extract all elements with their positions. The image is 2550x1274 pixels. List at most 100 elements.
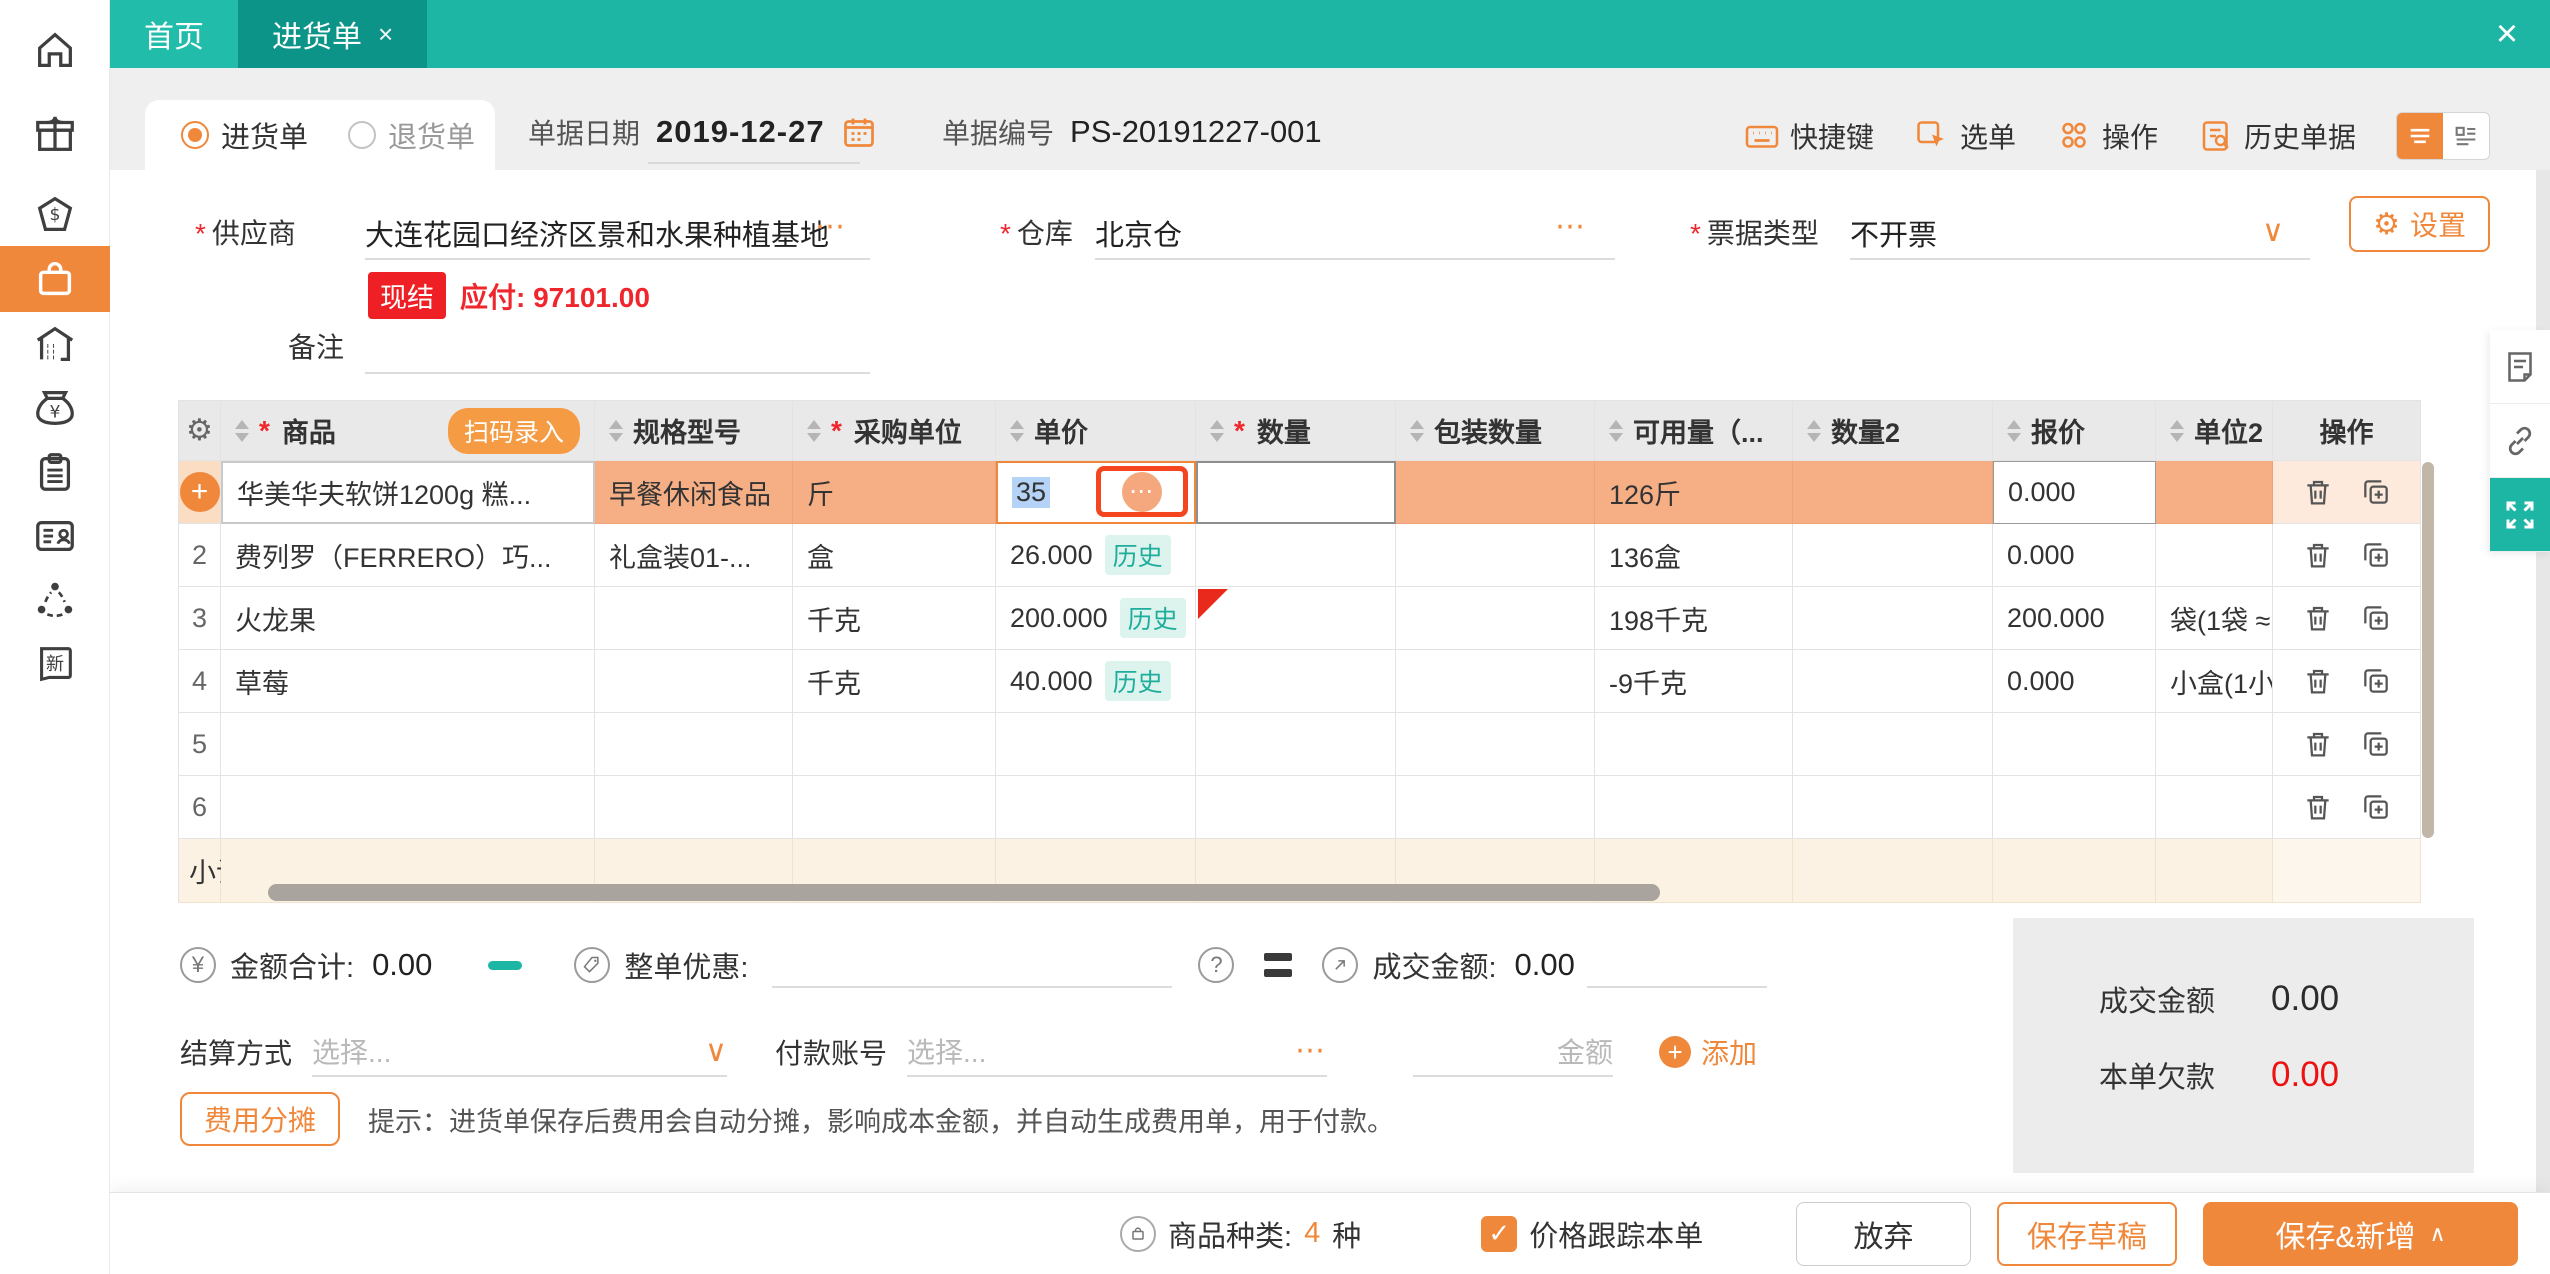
quote-cell[interactable]	[1993, 713, 2156, 776]
sidebar-item-share[interactable]	[0, 568, 110, 632]
history-badge[interactable]: 历史	[1119, 598, 1186, 638]
col-product[interactable]: * 商品 扫码录入	[221, 401, 595, 461]
pack-cell[interactable]	[1396, 776, 1595, 839]
sidebar-item-gift[interactable]	[0, 102, 110, 166]
col-unit[interactable]: * 采购单位	[793, 401, 996, 461]
spec-cell[interactable]	[595, 776, 793, 839]
note-panel-button[interactable]	[2490, 330, 2550, 404]
price-cell[interactable]: 40.000 历史	[996, 650, 1196, 713]
doc-date-value[interactable]: 2019-12-27	[656, 114, 825, 150]
page-scrollbar[interactable]	[2536, 170, 2550, 1192]
spec-cell[interactable]: 礼盒装01-...	[595, 524, 793, 587]
invoice-type-value[interactable]: 不开票	[1850, 212, 1937, 254]
product-cell[interactable]: 华美华夫软饼1200g 糕...	[221, 461, 595, 524]
save-draft-button[interactable]: 保存草稿	[1997, 1201, 2177, 1266]
sidebar-item-finance[interactable]: ¥	[0, 376, 110, 440]
spec-cell[interactable]	[595, 587, 793, 650]
col-spec[interactable]: 规格型号	[595, 401, 793, 461]
sort-icon[interactable]	[2170, 419, 2184, 442]
qty-cell[interactable]	[1196, 776, 1396, 839]
delete-row-icon[interactable]	[2302, 539, 2334, 571]
copy-row-icon[interactable]	[2360, 539, 2392, 571]
row-add-cell[interactable]: +	[179, 461, 221, 524]
qty2-cell[interactable]	[1793, 587, 1993, 650]
deal-amount-input[interactable]	[1586, 942, 1767, 988]
qty-cell[interactable]	[1196, 713, 1396, 776]
pack-cell[interactable]	[1396, 524, 1595, 587]
sort-icon[interactable]	[807, 419, 821, 442]
history-badge[interactable]: 历史	[1104, 661, 1171, 701]
pick-order-button[interactable]: 选单	[1914, 116, 2016, 156]
product-cell[interactable]	[221, 713, 595, 776]
cancel-button[interactable]: 放弃	[1796, 1201, 1971, 1266]
spec-cell[interactable]: 早餐休闲食品	[595, 461, 793, 524]
calendar-icon[interactable]	[841, 114, 877, 150]
table-vertical-scrollbar[interactable]	[2422, 462, 2434, 838]
qty2-cell[interactable]	[1793, 650, 1993, 713]
col-price[interactable]: 单价	[996, 401, 1196, 461]
sidebar-item-inventory[interactable]	[0, 440, 110, 504]
radio-purchase-order[interactable]: 进货单	[181, 114, 308, 156]
quote-cell[interactable]: 0.000	[1993, 461, 2156, 524]
checkbox-checked-icon[interactable]: ✓	[1481, 1215, 1518, 1252]
pay-account-more-button[interactable]: ⋯	[1295, 1036, 1327, 1066]
qty-cell[interactable]	[1196, 524, 1396, 587]
link-panel-button[interactable]	[2490, 404, 2550, 478]
price-cell[interactable]: 200.000 历史	[996, 587, 1196, 650]
sidebar-item-purchase[interactable]	[0, 246, 110, 312]
price-cell[interactable]	[996, 776, 1196, 839]
price-cell[interactable]	[996, 713, 1196, 776]
card-view-button[interactable]	[2443, 113, 2489, 159]
sort-icon[interactable]	[1210, 419, 1224, 442]
tab-home[interactable]: 首页	[110, 0, 238, 68]
price-value-selected[interactable]: 35	[1012, 477, 1051, 508]
supplier-more-button[interactable]: ⋯	[815, 212, 847, 242]
sidebar-item-warehouse[interactable]	[0, 312, 110, 376]
settings-button[interactable]: ⚙ 设置	[2349, 196, 2490, 252]
sidebar-item-new[interactable]: 新	[0, 632, 110, 696]
price-cell[interactable]: 26.000 历史	[996, 524, 1196, 587]
sidebar-item-contacts[interactable]	[0, 504, 110, 568]
remark-underline[interactable]	[365, 372, 870, 374]
spec-cell[interactable]	[595, 713, 793, 776]
sort-icon[interactable]	[1010, 419, 1024, 442]
col-available[interactable]: 可用量（...	[1595, 401, 1793, 461]
close-icon[interactable]: ×	[2464, 0, 2550, 68]
unit-cell[interactable]: 千克	[793, 650, 996, 713]
spec-cell[interactable]	[595, 650, 793, 713]
product-cell[interactable]: 火龙果	[221, 587, 595, 650]
expand-panel-button[interactable]	[2490, 478, 2550, 552]
delete-row-icon[interactable]	[2302, 728, 2334, 760]
pay-account-select[interactable]: 选择... ⋯	[907, 1027, 1328, 1077]
unit-cell[interactable]	[793, 713, 996, 776]
horizontal-scrollbar[interactable]	[268, 884, 1660, 901]
qty-cell[interactable]	[1196, 650, 1396, 713]
pack-cell[interactable]	[1396, 650, 1595, 713]
sort-icon[interactable]	[609, 419, 623, 442]
delete-row-icon[interactable]	[2302, 476, 2334, 508]
unit-cell[interactable]: 斤	[793, 461, 996, 524]
history-orders-button[interactable]: 历史单据	[2198, 116, 2356, 156]
quote-cell[interactable]: 200.000	[1993, 587, 2156, 650]
copy-row-icon[interactable]	[2360, 728, 2392, 760]
warehouse-more-button[interactable]: ⋯	[1555, 212, 1587, 242]
history-badge[interactable]: 历史	[1104, 535, 1171, 575]
scan-input-button[interactable]: 扫码录入	[447, 407, 580, 454]
tab-purchase-order[interactable]: 进货单 ×	[238, 0, 428, 68]
unit-cell[interactable]	[793, 776, 996, 839]
radio-return-order[interactable]: 退货单	[348, 114, 475, 156]
pay-amount-input[interactable]: 金额	[1413, 1027, 1614, 1077]
quote-cell[interactable]: 0.000	[1993, 650, 2156, 713]
actions-button[interactable]: 操作	[2056, 116, 2158, 156]
price-more-button[interactable]: ⋯	[1096, 466, 1188, 517]
sidebar-item-home[interactable]	[0, 18, 110, 82]
add-payment-button[interactable]: + 添加	[1659, 1032, 1757, 1072]
product-cell[interactable]: 草莓	[221, 650, 595, 713]
qty2-cell[interactable]	[1793, 524, 1993, 587]
unit-cell[interactable]: 盒	[793, 524, 996, 587]
column-settings-cell[interactable]: ⚙	[179, 401, 221, 461]
price-input-cell[interactable]: 35 ⋯	[996, 461, 1196, 524]
sort-icon[interactable]	[1410, 419, 1424, 442]
product-cell[interactable]: 费列罗（FERRERO）巧...	[221, 524, 595, 587]
fee-share-button[interactable]: 费用分摊	[180, 1092, 341, 1146]
